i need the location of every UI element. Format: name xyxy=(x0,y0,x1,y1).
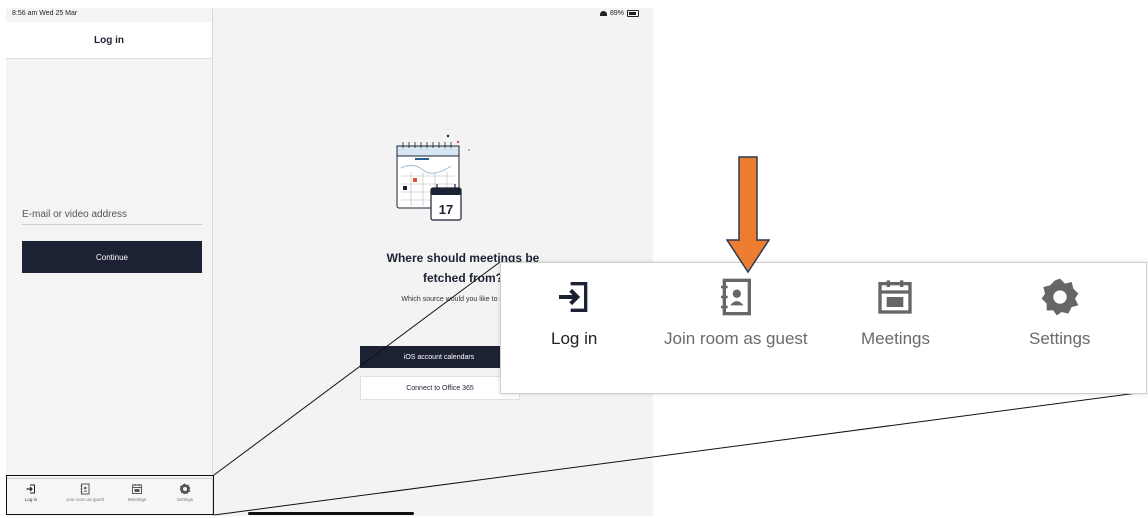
continue-button[interactable]: Continue xyxy=(22,241,202,273)
tab-bar-highlight-box xyxy=(6,475,214,515)
calendar-day-number: 17 xyxy=(439,202,453,217)
battery-icon xyxy=(627,10,639,17)
zoom-tab-settings[interactable]: Settings xyxy=(1029,277,1090,349)
wifi-icon xyxy=(599,11,607,16)
calendar-illustration: 17 xyxy=(396,134,470,221)
zoom-tab-meetings-label: Meetings xyxy=(861,329,930,348)
zoom-tab-log-in-label: Log in xyxy=(551,329,598,348)
ios-calendars-button[interactable]: iOS account calendars xyxy=(360,346,518,368)
status-time: 8:56 am Wed 25 Mar xyxy=(12,10,78,17)
home-indicator xyxy=(248,512,414,515)
gear-icon xyxy=(1041,278,1079,316)
zoomed-tab-bar: Log in Join room as guest Meetings Setti… xyxy=(500,262,1147,394)
zoom-tab-log-in[interactable]: Log in xyxy=(551,277,597,349)
status-right: 89% xyxy=(599,10,639,17)
email-field[interactable] xyxy=(22,204,202,225)
login-icon xyxy=(559,282,588,312)
zoom-tab-settings-label: Settings xyxy=(1029,329,1091,348)
contact-book-icon xyxy=(720,278,751,316)
status-bar: 8:56 am Wed 25 Mar 89% xyxy=(6,8,653,22)
office365-button[interactable]: Connect to Office 365 xyxy=(360,376,520,400)
sidebar: Log in Continue Log in Join room as gues… xyxy=(6,8,213,516)
sidebar-title: Log in xyxy=(6,22,212,59)
calendar-icon xyxy=(878,280,913,314)
battery-percent: 89% xyxy=(609,10,624,17)
zoom-tab-join-room[interactable]: Join room as guest xyxy=(664,277,808,349)
zoom-tab-meetings[interactable]: Meetings xyxy=(861,277,930,349)
zoom-tab-join-room-label: Join room as guest xyxy=(664,329,808,348)
